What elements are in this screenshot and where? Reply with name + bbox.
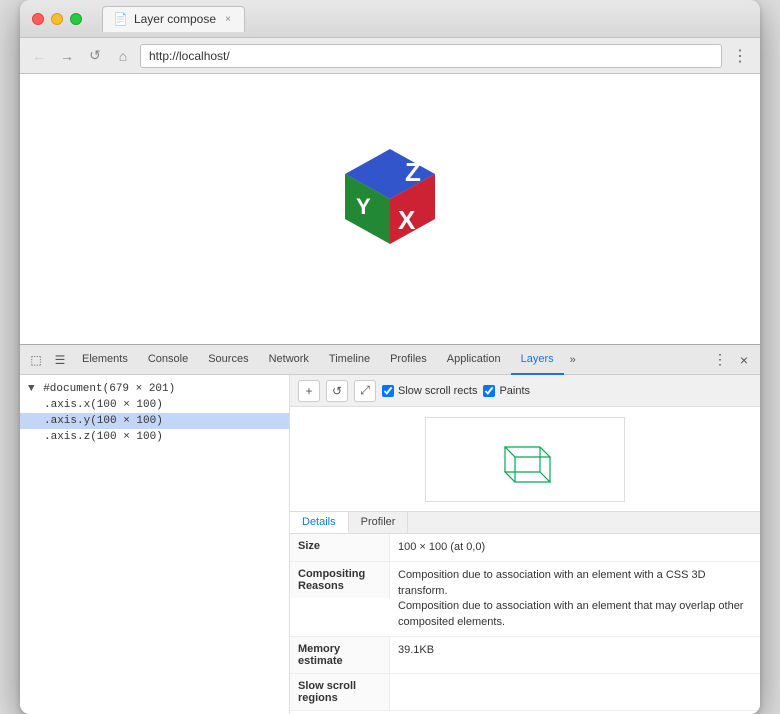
rotate-layer-button[interactable]: ↺ — [326, 380, 348, 402]
layers-toolbar: + ↺ ⤢ Slow scroll rects Paints — [290, 375, 760, 407]
detail-row-memory: Memory estimate 39.1KB — [290, 637, 760, 674]
tab-area: 📄 Layer compose × — [102, 6, 748, 32]
slow-scroll-checkbox[interactable] — [382, 385, 394, 397]
tab-icon: 📄 — [113, 12, 128, 26]
layers-right-panel: + ↺ ⤢ Slow scroll rects Paints — [290, 375, 760, 714]
maximize-traffic-light[interactable] — [70, 13, 82, 25]
svg-text:Z: Z — [405, 157, 421, 187]
slow-scroll-regions-label: Slow scroll regions — [290, 674, 390, 710]
forward-icon: → — [60, 48, 74, 64]
browser-window: 📄 Layer compose × ← → ↺ ⌂ ⋮ — [20, 0, 760, 714]
title-bar: 📄 Layer compose × — [20, 0, 760, 38]
browser-tab[interactable]: 📄 Layer compose × — [102, 6, 245, 32]
svg-text:Y: Y — [356, 194, 371, 219]
tab-sources[interactable]: Sources — [198, 345, 258, 375]
paints-checkbox-group: Paints — [483, 385, 530, 397]
slow-scroll-checkbox-group: Slow scroll rects — [382, 385, 477, 397]
preview-canvas[interactable] — [425, 417, 625, 502]
layer-detail-tab-bar: Details Profiler — [290, 512, 760, 534]
devtools-body: ▼ #document(679 × 201) .axis.x(100 × 100… — [20, 375, 760, 714]
tree-item-axis-x[interactable]: .axis.x(100 × 100) — [20, 397, 289, 413]
tab-console[interactable]: Console — [138, 345, 198, 375]
layer-tab-profiler[interactable]: Profiler — [349, 512, 409, 533]
console-drawer-icon: ☰ — [55, 353, 66, 367]
url-input[interactable] — [140, 44, 722, 68]
browser-menu-button[interactable]: ⋮ — [728, 44, 752, 68]
browser-content: Z Y X ⬚ ☰ Elements Console — [20, 74, 760, 714]
tab-elements[interactable]: Elements — [72, 345, 138, 375]
size-label: Size — [290, 534, 390, 561]
devtools-console-button[interactable]: ☰ — [48, 348, 72, 372]
tree-arrow-document: ▼ — [28, 383, 41, 395]
tab-network[interactable]: Network — [259, 345, 319, 375]
layer-tab-details[interactable]: Details — [290, 512, 349, 533]
back-button[interactable]: ← — [28, 45, 50, 67]
tree-item-axis-z[interactable]: .axis.z(100 × 100) — [20, 429, 289, 445]
devtools-inspect-button[interactable]: ⬚ — [24, 348, 48, 372]
devtools-options-button[interactable]: ⋮ — [708, 348, 732, 372]
inspect-icon: ⬚ — [30, 353, 41, 367]
reload-button[interactable]: ↺ — [84, 45, 106, 67]
minimize-traffic-light[interactable] — [51, 13, 63, 25]
compositing-value: Composition due to association with an e… — [390, 562, 760, 636]
devtools-close-button[interactable]: × — [732, 348, 756, 372]
layer-details-content: Size 100 × 100 (at 0,0) Compositing Reas… — [290, 534, 760, 714]
svg-text:X: X — [398, 205, 416, 235]
tab-title: Layer compose — [134, 12, 216, 26]
tab-profiles[interactable]: Profiles — [380, 345, 437, 375]
slow-scroll-label: Slow scroll rects — [398, 385, 477, 397]
home-icon: ⌂ — [119, 48, 127, 64]
traffic-lights — [32, 13, 82, 25]
preview-3d-shape — [485, 427, 565, 492]
reload-icon: ↺ — [89, 47, 101, 64]
home-button[interactable]: ⌂ — [112, 45, 134, 67]
tree-item-axis-y[interactable]: .axis.y(100 × 100) — [20, 413, 289, 429]
close-traffic-light[interactable] — [32, 13, 44, 25]
devtools-panel: ⬚ ☰ Elements Console Sources Network — [20, 344, 760, 714]
tab-application[interactable]: Application — [437, 345, 511, 375]
detail-row-size: Size 100 × 100 (at 0,0) — [290, 534, 760, 562]
more-tabs-button[interactable]: » — [564, 354, 582, 366]
forward-button[interactable]: → — [56, 45, 78, 67]
paints-checkbox[interactable] — [483, 385, 495, 397]
tab-timeline[interactable]: Timeline — [319, 345, 380, 375]
3d-cube: Z Y X — [330, 139, 450, 279]
tab-close-button[interactable]: × — [222, 13, 234, 25]
tab-layers[interactable]: Layers — [511, 345, 564, 375]
back-icon: ← — [32, 48, 46, 64]
size-value: 100 × 100 (at 0,0) — [390, 534, 760, 561]
memory-value: 39.1KB — [390, 637, 760, 664]
add-layer-button[interactable]: + — [298, 380, 320, 402]
tree-item-document[interactable]: ▼ #document(679 × 201) — [20, 381, 289, 397]
detail-row-slow-scroll: Slow scroll regions — [290, 674, 760, 711]
devtools-tab-bar: ⬚ ☰ Elements Console Sources Network — [20, 345, 760, 375]
layers-tree-panel: ▼ #document(679 × 201) .axis.x(100 × 100… — [20, 375, 290, 714]
paints-label: Paints — [499, 385, 530, 397]
detail-row-compositing: Compositing Reasons Composition due to a… — [290, 562, 760, 637]
compositing-label: Compositing Reasons — [290, 562, 390, 598]
webpage-area: Z Y X — [20, 74, 760, 344]
memory-label: Memory estimate — [290, 637, 390, 673]
move-layer-button[interactable]: ⤢ — [354, 380, 376, 402]
address-bar: ← → ↺ ⌂ ⋮ — [20, 38, 760, 74]
layer-3d-preview — [290, 407, 760, 512]
slow-scroll-regions-value — [390, 674, 760, 686]
